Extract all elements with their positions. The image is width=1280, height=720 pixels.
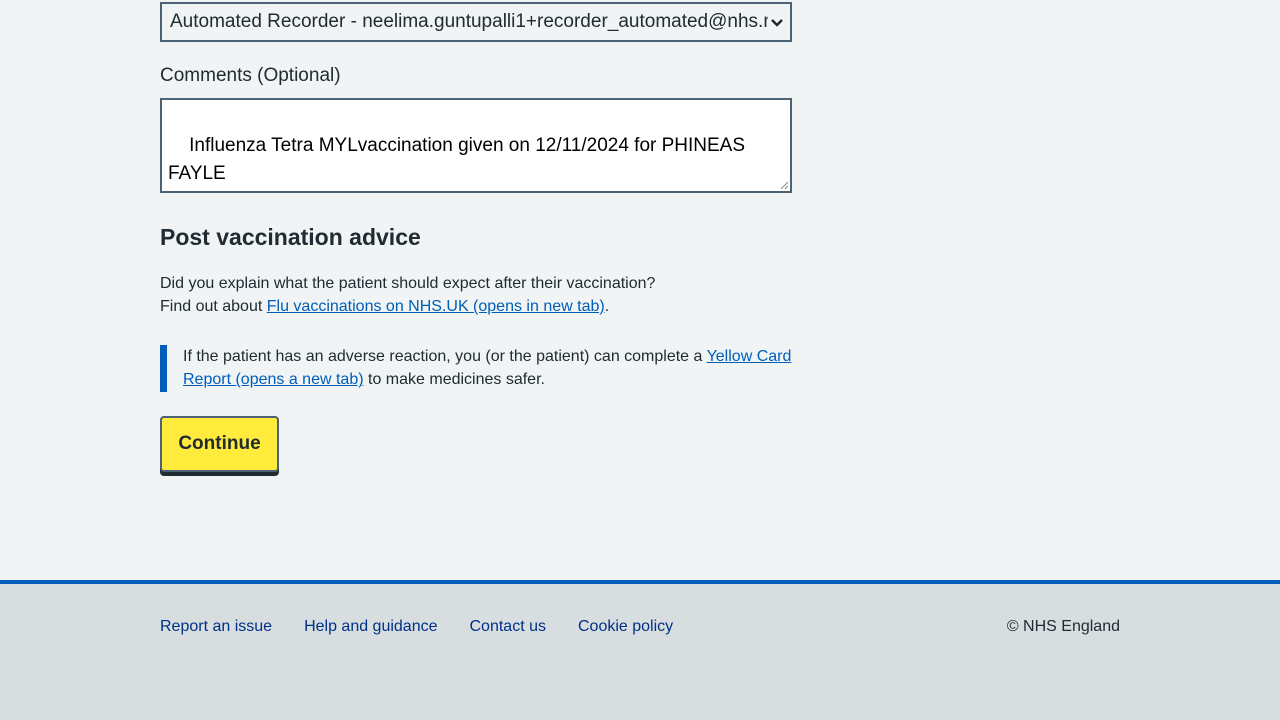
- recorder-select[interactable]: Automated Recorder - neelima.guntupalli1…: [160, 2, 792, 42]
- chevron-down-icon: [771, 19, 783, 27]
- footer-link-cookie-policy[interactable]: Cookie policy: [578, 618, 673, 636]
- inset-prefix: If the patient has an adverse reaction, …: [183, 348, 707, 365]
- footer-links: Report an issue Help and guidance Contac…: [160, 618, 705, 636]
- recorder-select-value: Automated Recorder - neelima.guntupalli1…: [170, 11, 768, 32]
- inset-suffix: to make medicines safer.: [368, 371, 545, 388]
- comments-text: Influenza Tetra MYLvaccination given on …: [168, 135, 751, 184]
- footer-link-help-guidance[interactable]: Help and guidance: [304, 618, 437, 636]
- find-out-suffix: .: [604, 298, 610, 315]
- comments-textarea[interactable]: Influenza Tetra MYLvaccination given on …: [160, 98, 792, 193]
- advice-question: Did you explain what the patient should …: [160, 275, 656, 292]
- continue-button[interactable]: Continue: [160, 416, 279, 472]
- find-out-prefix: Find out about: [160, 298, 267, 315]
- adverse-reaction-inset: If the patient has an adverse reaction, …: [160, 345, 800, 392]
- footer: Report an issue Help and guidance Contac…: [0, 580, 1280, 720]
- advice-paragraph: Did you explain what the patient should …: [160, 272, 800, 318]
- flu-vaccinations-link[interactable]: Flu vaccinations on NHS.UK (opens in new…: [267, 298, 605, 315]
- footer-link-contact-us[interactable]: Contact us: [470, 618, 546, 636]
- comments-label: Comments (Optional): [160, 65, 341, 86]
- copyright: © NHS England: [1006, 618, 1120, 635]
- footer-link-report-issue[interactable]: Report an issue: [160, 618, 272, 636]
- resize-grip-icon[interactable]: [779, 180, 789, 190]
- post-vaccination-heading: Post vaccination advice: [160, 224, 421, 250]
